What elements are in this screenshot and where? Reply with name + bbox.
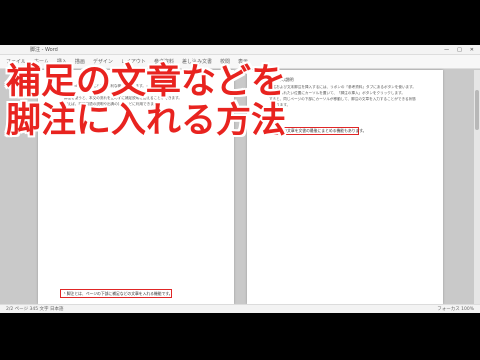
document-canvas: 「Word には、脚注という便利な機能があります。」 脚注を使うと、本文の流れを… [0, 70, 480, 304]
body-line: 脚注を入れたい位置にカーソルを置いて、「脚注の挿入」ボタンをクリックします。 [269, 91, 405, 95]
tab-view[interactable]: 表示 [238, 58, 248, 65]
minimize-button[interactable]: — [444, 47, 449, 53]
tab-file[interactable]: ファイル [6, 58, 26, 65]
word-window: 脚注 - Word — □ ✕ ファイル ホーム 挿入 描画 デザイン レイアウ… [0, 45, 480, 313]
footnote-text: ¹ 脚注の文章を文書の最後にまとめる機能もあります。 [273, 128, 367, 133]
tab-insert[interactable]: 挿入 [57, 58, 67, 65]
body-line: 例えば、専門用語の説明や出典の記載などに利用できます。 [64, 102, 161, 106]
tab-design[interactable]: デザイン [93, 58, 113, 65]
body-line: 脚注および文末脚注を挿入するには、リボンの「参考資料」タブにあるボタンを使います… [269, 85, 416, 89]
ribbon-tabs: ファイル ホーム 挿入 描画 デザイン レイアウト 参考資料 差し込み文書 校閲… [0, 55, 480, 69]
tab-review[interactable]: 校閲 [220, 58, 230, 65]
body-line: すると、同じページの下部にカーソルが移動して、脚注の文章を入力することができる状… [269, 97, 416, 101]
footnote-text: ¹ 脚注とは、ページの下部に補足などの文章を入れる機能です。 [64, 290, 173, 296]
body-line: 脚注を使うと、本文の流れを止めずに補足説明を加えることができます。 [64, 96, 182, 100]
status-left: 2/2 ページ 345 文字 日本語 [6, 307, 64, 312]
close-button[interactable]: ✕ [470, 47, 474, 53]
page-2[interactable]: ●脚注の説明 脚注および文末脚注を挿入するには、リボンの「参考資料」タブにあるボ… [247, 70, 443, 304]
footnote-highlight: ¹ 脚注の文章を文書の最後にまとめる機能もあります。 [269, 127, 366, 135]
tab-references[interactable]: 参考資料 [154, 58, 174, 65]
window-controls: — □ ✕ [444, 47, 474, 53]
status-right: フォーカス 100% [437, 307, 474, 312]
maximize-button[interactable]: □ [457, 47, 462, 53]
body-line: 「Word には、脚注という便利な機能があります。」 [64, 84, 150, 88]
page-1[interactable]: 「Word には、脚注という便利な機能があります。」 脚注を使うと、本文の流れを… [38, 70, 234, 304]
status-bar: 2/2 ページ 345 文字 日本語 フォーカス 100% [0, 304, 480, 313]
title-bar: 脚注 - Word — □ ✕ [0, 45, 480, 55]
section-heading: ●脚注の説明 [269, 77, 294, 82]
window-title: 脚注 - Word [30, 47, 58, 53]
scrollbar-thumb[interactable] [475, 90, 479, 130]
body-line: になります。 [269, 103, 291, 107]
tab-mailings[interactable]: 差し込み文書 [182, 58, 212, 65]
tab-layout[interactable]: レイアウト [121, 58, 146, 65]
vertical-scrollbar[interactable] [474, 70, 480, 304]
tab-draw[interactable]: 描画 [75, 58, 85, 65]
tab-home[interactable]: ホーム [34, 58, 49, 65]
footnote-highlight: ¹ 脚注とは、ページの下部に補足などの文章を入れる機能です。 [60, 289, 173, 298]
